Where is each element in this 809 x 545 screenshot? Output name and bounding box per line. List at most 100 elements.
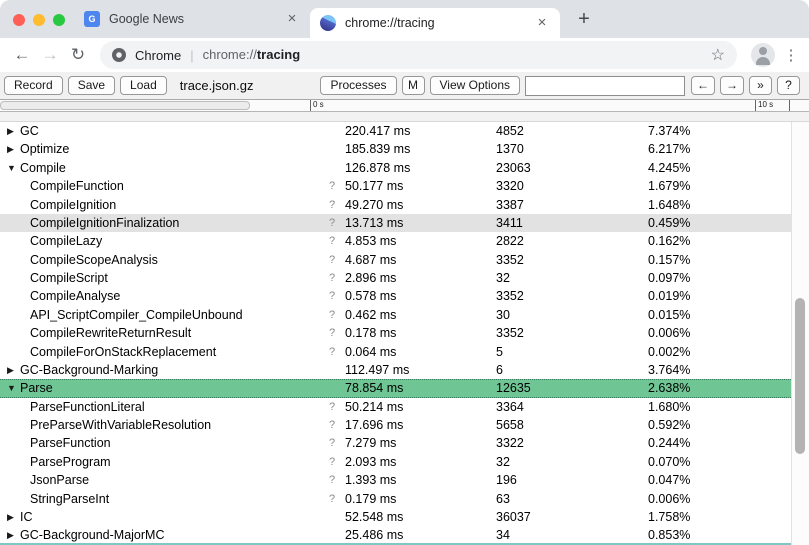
collapse-panel-button[interactable]: »	[749, 76, 772, 95]
find-previous-button[interactable]: ←	[691, 76, 715, 95]
help-icon[interactable]: ?	[329, 434, 335, 452]
minimize-window-button[interactable]	[33, 14, 45, 26]
help-icon[interactable]: ?	[329, 196, 335, 214]
help-icon[interactable]: ?	[329, 287, 335, 305]
vertical-scrollbar[interactable]	[791, 122, 809, 545]
processes-button[interactable]: Processes	[320, 76, 396, 95]
new-tab-button[interactable]: +	[572, 7, 596, 31]
help-icon[interactable]: ?	[329, 416, 335, 434]
table-row[interactable]: ▶ GC 220.417 ms 4852 7.374%	[0, 122, 791, 140]
scrollbar-thumb[interactable]	[795, 298, 805, 454]
chrome-icon	[112, 48, 126, 62]
table-row[interactable]: CompileLazy ? 4.853 ms 2822 0.162%	[0, 232, 791, 250]
slice-time: 17.696 ms	[345, 416, 403, 434]
help-icon[interactable]: ?	[329, 306, 335, 324]
forward-button[interactable]: →	[36, 45, 64, 65]
slice-percent: 2.638%	[648, 380, 690, 396]
tracing-favicon-icon	[320, 15, 336, 31]
expand-arrow-icon[interactable]: ▼	[7, 380, 16, 396]
table-row[interactable]: StringParseInt ? 0.179 ms 63 0.006%	[0, 490, 791, 508]
help-icon[interactable]: ?	[329, 398, 335, 416]
close-tab-icon[interactable]: ×	[534, 15, 550, 31]
record-button[interactable]: Record	[4, 76, 63, 95]
help-icon[interactable]: ?	[329, 453, 335, 471]
menu-dots-icon[interactable]: ⋮	[781, 46, 801, 64]
load-button[interactable]: Load	[120, 76, 167, 95]
help-icon[interactable]: ?	[329, 324, 335, 342]
table-row[interactable]: ParseProgram ? 2.093 ms 32 0.070%	[0, 453, 791, 471]
table-row[interactable]: CompileIgnition ? 49.270 ms 3387 1.648%	[0, 196, 791, 214]
slice-percent: 0.592%	[648, 416, 690, 434]
table-row[interactable]: ParseFunction ? 7.279 ms 3322 0.244%	[0, 434, 791, 452]
slice-percent: 1.679%	[648, 177, 690, 195]
slice-count: 32	[496, 269, 510, 287]
table-row[interactable]: CompileForOnStackReplacement ? 0.064 ms …	[0, 343, 791, 361]
profile-avatar-icon[interactable]	[751, 43, 775, 67]
slice-name: CompileAnalyse	[30, 287, 120, 305]
table-row[interactable]: JsonParse ? 1.393 ms 196 0.047%	[0, 471, 791, 489]
view-options-button[interactable]: View Options	[430, 76, 520, 95]
help-icon[interactable]: ?	[329, 269, 335, 287]
close-tab-icon[interactable]: ×	[284, 11, 300, 27]
slice-percent: 1.648%	[648, 196, 690, 214]
slice-name: CompileIgnitionFinalization	[30, 214, 179, 232]
timeline-ruler[interactable]: 0 s 10 s	[0, 100, 809, 112]
help-icon[interactable]: ?	[329, 214, 335, 232]
help-icon[interactable]: ?	[329, 490, 335, 508]
expand-arrow-icon[interactable]: ▶	[7, 508, 14, 526]
slice-count: 4852	[496, 122, 524, 140]
close-window-button[interactable]	[13, 14, 25, 26]
table-row[interactable]: CompileScript ? 2.896 ms 32 0.097%	[0, 269, 791, 287]
table-row[interactable]: API_ScriptCompiler_CompileUnbound ? 0.46…	[0, 306, 791, 324]
slice-name: CompileFunction	[30, 177, 124, 195]
find-input[interactable]	[525, 76, 685, 96]
expand-arrow-icon[interactable]: ▶	[7, 140, 14, 158]
address-bar[interactable]: Chrome | chrome://tracing ☆	[100, 41, 737, 69]
table-row[interactable]: CompileRewriteReturnResult ? 0.178 ms 33…	[0, 324, 791, 342]
table-row[interactable]: ▶ Optimize 185.839 ms 1370 6.217%	[0, 140, 791, 158]
table-row[interactable]: ▶ GC-Background-MajorMC 25.486 ms 34 0.8…	[0, 526, 791, 544]
table-row[interactable]: ▶ IC 52.548 ms 36037 1.758%	[0, 508, 791, 526]
slice-time: 2.093 ms	[345, 453, 396, 471]
slice-table: ▶ GC 220.417 ms 4852 7.374% ▶ Optimize 1…	[0, 122, 791, 545]
slice-percent: 1.680%	[648, 398, 690, 416]
help-icon[interactable]: ?	[329, 471, 335, 489]
slice-count: 6	[496, 361, 503, 379]
table-row[interactable]: CompileFunction ? 50.177 ms 3320 1.679%	[0, 177, 791, 195]
timeline-minimap[interactable]	[0, 101, 250, 110]
table-row[interactable]: ▼ Compile 126.878 ms 23063 4.245%	[0, 159, 791, 177]
help-icon[interactable]: ?	[329, 177, 335, 195]
table-row[interactable]: ▶ GC-Background-Marking 112.497 ms 6 3.7…	[0, 361, 791, 379]
slice-count: 32	[496, 453, 510, 471]
slice-percent: 0.459%	[648, 214, 690, 232]
bookmark-star-icon[interactable]: ☆	[711, 45, 725, 65]
slice-name: CompileLazy	[30, 232, 102, 250]
table-row[interactable]: PreParseWithVariableResolution ? 17.696 …	[0, 416, 791, 434]
help-icon[interactable]: ?	[329, 251, 335, 269]
expand-arrow-icon[interactable]: ▶	[7, 526, 14, 544]
tab-tracing[interactable]: chrome://tracing ×	[310, 8, 560, 38]
find-next-button[interactable]: →	[720, 76, 744, 95]
slice-name: CompileScopeAnalysis	[30, 251, 158, 269]
table-row[interactable]: CompileIgnitionFinalization ? 13.713 ms …	[0, 214, 791, 232]
timeline-track-strip	[0, 112, 809, 122]
help-icon[interactable]: ?	[329, 232, 335, 250]
expand-arrow-icon[interactable]: ▶	[7, 122, 14, 140]
help-button[interactable]: ?	[777, 76, 800, 95]
expand-arrow-icon[interactable]: ▼	[7, 159, 16, 177]
save-button[interactable]: Save	[68, 76, 115, 95]
zoom-window-button[interactable]	[53, 14, 65, 26]
slice-time: 0.578 ms	[345, 287, 396, 305]
slice-time: 13.713 ms	[345, 214, 403, 232]
table-row[interactable]: ▼ Parse 78.854 ms 12635 2.638%	[0, 379, 791, 397]
reload-button[interactable]: ↻	[64, 45, 92, 65]
table-row[interactable]: CompileAnalyse ? 0.578 ms 3352 0.019%	[0, 287, 791, 305]
table-row[interactable]: ParseFunctionLiteral ? 50.214 ms 3364 1.…	[0, 398, 791, 416]
slice-name: Parse	[20, 380, 53, 396]
expand-arrow-icon[interactable]: ▶	[7, 361, 14, 379]
tab-google-news[interactable]: G Google News ×	[74, 0, 310, 38]
table-row[interactable]: CompileScopeAnalysis ? 4.687 ms 3352 0.1…	[0, 251, 791, 269]
metrics-button[interactable]: M	[402, 76, 425, 95]
help-icon[interactable]: ?	[329, 343, 335, 361]
back-button[interactable]: ←	[8, 45, 36, 65]
